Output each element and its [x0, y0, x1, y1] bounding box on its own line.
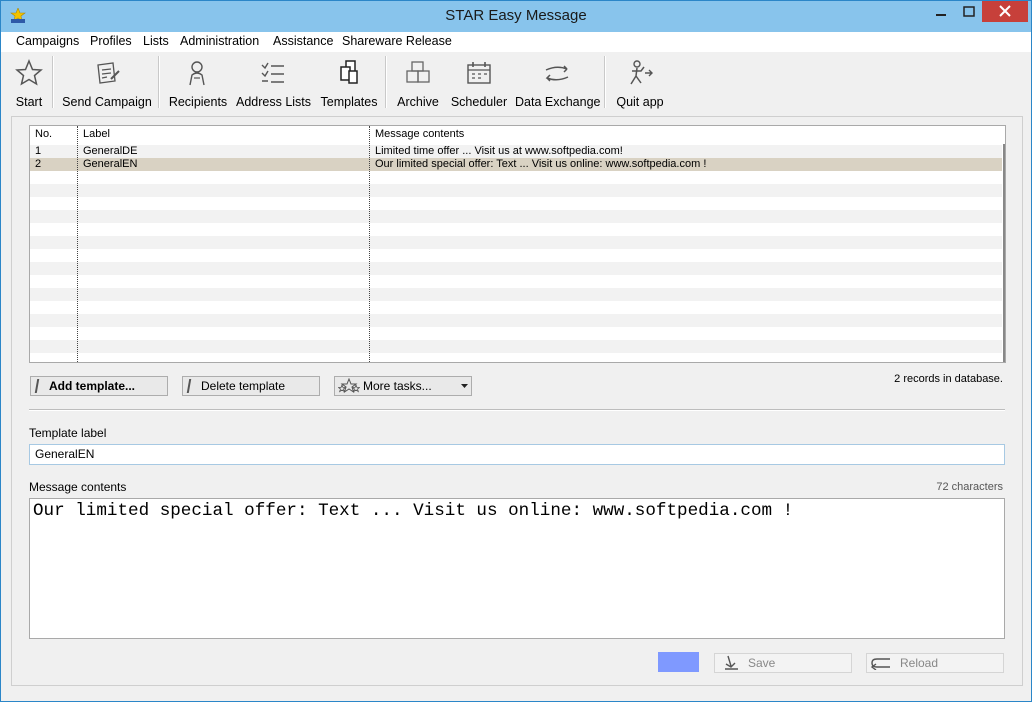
tool-recipients-label: Recipients: [168, 95, 228, 109]
tool-recipients[interactable]: Recipients: [167, 57, 229, 111]
row-message: Limited time offer ... Visit us at www.s…: [375, 145, 623, 157]
message-contents-textarea[interactable]: Our limited special offer: Text ... Visi…: [29, 498, 1005, 639]
row-label: GeneralDE: [83, 145, 138, 157]
templates-icon: [340, 60, 358, 84]
scheduler-icon: [467, 62, 491, 84]
save-button[interactable]: Save: [714, 653, 852, 673]
data-exchange-icon: [545, 65, 569, 82]
delete-template-button[interactable]: Delete template: [182, 376, 320, 396]
column-header-label[interactable]: Label: [83, 128, 110, 140]
tool-address-lists[interactable]: Address Lists: [236, 57, 312, 111]
row-message: Our limited special offer: Text ... Visi…: [375, 158, 707, 170]
add-template-button[interactable]: Add template...: [30, 376, 168, 396]
table-row[interactable]: 1 GeneralDE Limited time offer ... Visit…: [30, 145, 1002, 158]
table-row-selected[interactable]: 2 GeneralEN Our limited special offer: T…: [30, 158, 1002, 171]
send-campaign-icon: [97, 62, 120, 84]
tool-quit-app-label: Quit app: [616, 95, 664, 109]
tool-templates[interactable]: Templates: [319, 57, 379, 111]
tool-data-exchange[interactable]: Data Exchange: [515, 57, 601, 111]
tool-start-label: Start: [15, 95, 43, 109]
tool-templates-label: Templates: [320, 95, 378, 109]
tool-archive-label: Archive: [397, 95, 439, 109]
menu-campaigns[interactable]: Campaigns: [16, 34, 79, 48]
menu-administration[interactable]: Administration: [180, 34, 259, 48]
recipients-icon: [189, 61, 205, 86]
toolbar: Start Send Campaign Recipients Address L…: [1, 53, 1031, 113]
character-count: 72 characters: [936, 481, 1003, 493]
menu-profiles[interactable]: Profiles: [90, 34, 132, 48]
template-label-caption: Template label: [29, 426, 107, 440]
color-swatch[interactable]: [658, 652, 699, 672]
window-title: STAR Easy Message: [445, 7, 587, 24]
menu-bar: Campaigns Profiles Lists Administration …: [1, 32, 1031, 52]
address-lists-icon: [261, 62, 284, 83]
tool-scheduler[interactable]: Scheduler: [450, 57, 508, 111]
quit-icon: [630, 60, 653, 85]
row-no: 1: [35, 145, 42, 157]
close-button[interactable]: [982, 1, 1028, 22]
stars-icon: [338, 378, 360, 394]
dropdown-arrow-icon: [461, 384, 468, 388]
tool-address-lists-label: Address Lists: [236, 95, 312, 109]
title-bar: STAR Easy Message: [1, 1, 1031, 32]
divider: [29, 409, 1005, 411]
tool-quit-app[interactable]: Quit app: [613, 57, 667, 111]
minimize-button[interactable]: [926, 1, 956, 23]
save-icon: [725, 655, 738, 670]
menu-assistance[interactable]: Assistance: [273, 34, 333, 48]
grid-scrollbar[interactable]: [1003, 144, 1005, 362]
star-icon: [15, 59, 43, 86]
templates-grid[interactable]: No. Label Message contents 1 GeneralDE L…: [29, 125, 1006, 363]
reload-button[interactable]: Reload: [866, 653, 1004, 673]
tool-scheduler-label: Scheduler: [450, 95, 508, 109]
maximize-button[interactable]: [956, 1, 982, 23]
row-label: GeneralEN: [83, 158, 138, 170]
grid-header: No. Label Message contents: [30, 126, 1005, 144]
row-no: 2: [35, 158, 42, 170]
template-label-input[interactable]: GeneralEN: [29, 444, 1005, 465]
tool-data-exchange-label: Data Exchange: [515, 95, 601, 109]
column-header-no[interactable]: No.: [35, 128, 52, 140]
tool-archive[interactable]: Archive: [394, 57, 442, 111]
message-contents-caption: Message contents: [29, 480, 127, 494]
more-tasks-button[interactable]: More tasks...: [334, 376, 472, 396]
archive-icon: [406, 61, 430, 83]
column-header-message[interactable]: Message contents: [375, 128, 464, 140]
menu-lists[interactable]: Lists: [143, 34, 169, 48]
tool-send-campaign[interactable]: Send Campaign: [61, 57, 153, 111]
reload-icon: [870, 658, 890, 670]
app-window: STAR Easy Message Campaigns Profiles Lis…: [0, 0, 1032, 702]
tool-start[interactable]: Start: [10, 57, 48, 111]
tool-send-campaign-label: Send Campaign: [62, 95, 152, 109]
records-count: 2 records in database.: [894, 373, 1003, 385]
menu-shareware-release[interactable]: Shareware Release: [342, 34, 452, 48]
